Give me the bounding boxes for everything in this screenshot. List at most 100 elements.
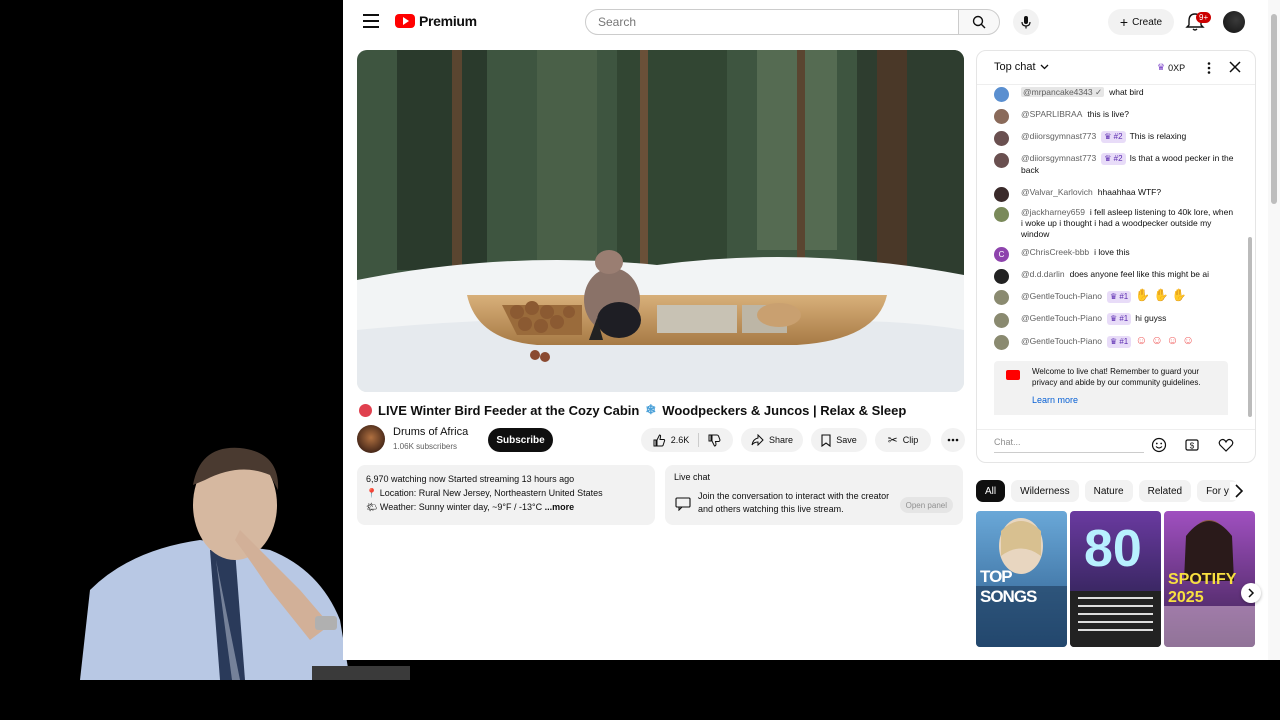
page-scrollbar[interactable] — [1268, 0, 1280, 660]
learn-more-link[interactable]: Learn more — [1032, 395, 1078, 405]
chat-message: @diiorsgymnast773 ♛ #2 This is relaxing — [994, 131, 1234, 146]
show-more-link[interactable]: ...more — [545, 502, 575, 512]
chat-message: @GentleTouch-Piano ♛ #1 ☺ ☺ ☺ ☺ — [994, 333, 1234, 350]
live-chat-panel: Top chat ♛ 0XP @mrpancake4343 ✓ what bird — [976, 50, 1256, 463]
chat-author[interactable]: @jackharney659 — [1021, 207, 1085, 217]
chat-text: does anyone feel like this might be ai — [1069, 269, 1210, 279]
logo-text: Premium — [419, 13, 477, 29]
live-chat-card-text: Join the conversation to interact with t… — [698, 491, 890, 514]
top-bar: Premium Search + Create 9+ — [343, 0, 1268, 44]
recommendation-thumbnail[interactable]: TOP SONGS — [976, 511, 1067, 647]
chat-avatar — [994, 131, 1009, 146]
video-frame — [357, 50, 964, 392]
svg-text:$: $ — [1190, 442, 1195, 451]
scissors-icon: ✂ — [887, 433, 898, 447]
chat-message: C @ChrisCreek-bbb i love this — [994, 247, 1234, 262]
rank-badge: ♛ #1 — [1106, 336, 1132, 348]
like-dislike-group: 2.6K — [641, 428, 733, 452]
chat-avatar — [994, 187, 1009, 202]
recommendations-next-button[interactable] — [1241, 583, 1261, 603]
snowflake-icon: ❄ — [645, 402, 657, 417]
like-count: 2.6K — [670, 435, 690, 445]
video-player[interactable] — [357, 50, 964, 392]
heart-icon[interactable] — [1218, 437, 1234, 453]
youtube-logo-icon — [395, 14, 415, 28]
chat-avatar — [994, 269, 1009, 284]
thumbs-down-icon[interactable] — [708, 434, 721, 447]
live-chat-card: Live chat Join the conversation to inter… — [665, 465, 963, 525]
chip-related[interactable]: Related — [1138, 480, 1192, 502]
chat-author[interactable]: @Valvar_Karlovich — [1021, 187, 1093, 197]
more-vertical-icon[interactable] — [1203, 61, 1215, 75]
more-actions-button[interactable] — [941, 428, 965, 452]
chat-messages[interactable]: @mrpancake4343 ✓ what bird @SPARLIBRAA thi… — [977, 85, 1247, 415]
emoji-icon[interactable] — [1151, 437, 1167, 453]
description-weather: 🌤 Weather: Sunny winter day, ~9°F / -13°… — [366, 502, 543, 512]
description-box[interactable]: 6,970 watching now Started streaming 13 … — [357, 465, 655, 525]
save-button[interactable]: Save — [811, 428, 867, 452]
open-panel-button[interactable]: Open panel — [899, 497, 953, 513]
chat-author[interactable]: @SPARLIBRAA — [1021, 109, 1082, 119]
subscribe-button[interactable]: Subscribe — [488, 428, 553, 452]
channel-avatar[interactable] — [357, 425, 385, 453]
create-button[interactable]: + Create — [1108, 9, 1174, 35]
chat-message: @mrpancake4343 ✓ what bird — [994, 87, 1234, 102]
chat-author[interactable]: @diiorsgymnast773 — [1021, 131, 1096, 141]
chevron-right-icon[interactable] — [1230, 482, 1248, 500]
chat-text: This is relaxing — [1129, 131, 1187, 141]
account-avatar[interactable] — [1223, 11, 1245, 33]
chat-author[interactable]: @GentleTouch-Piano — [1021, 313, 1102, 323]
rank-badge: ♛ #2 — [1101, 131, 1126, 143]
recommendation-thumbnail[interactable]: SPOTIFY 2025 — [1164, 511, 1255, 647]
chat-author[interactable]: @mrpancake4343 ✓ — [1021, 87, 1105, 97]
chip-wilderness[interactable]: Wilderness — [1011, 480, 1079, 502]
chat-author[interactable]: @GentleTouch-Piano — [1021, 291, 1102, 301]
notification-count-badge: 9+ — [1196, 12, 1212, 23]
menu-icon[interactable] — [363, 14, 379, 28]
chat-input[interactable]: Chat... — [994, 437, 1144, 453]
channel-name[interactable]: Drums of Africa — [393, 426, 468, 438]
clip-button[interactable]: ✂ Clip — [875, 428, 931, 452]
close-icon[interactable] — [1228, 60, 1242, 74]
xp-indicator[interactable]: ♛ 0XP — [1157, 62, 1185, 73]
chat-mode-label: Top chat — [994, 61, 1036, 73]
super-chat-icon[interactable]: $ — [1184, 437, 1200, 453]
chat-scrollbar[interactable] — [1247, 87, 1253, 419]
chevron-right-icon — [1248, 588, 1255, 598]
microphone-icon — [1021, 16, 1031, 29]
heart-eyes-emoji: ☺ ☺ ☺ ☺ — [1135, 333, 1195, 347]
chat-author[interactable]: @diiorsgymnast773 — [1021, 153, 1096, 163]
voice-search-button[interactable] — [1013, 9, 1039, 35]
chat-avatar — [994, 290, 1009, 305]
chat-input-row: Chat... $ — [977, 429, 1255, 462]
plus-icon: + — [1119, 14, 1129, 30]
chat-message: @GentleTouch-Piano ♛ #1 hi guyss — [994, 313, 1234, 328]
like-button[interactable]: 2.6K — [653, 433, 690, 447]
bookmark-icon — [821, 433, 831, 447]
search-input[interactable]: Search — [585, 9, 959, 35]
recommendation-thumbnail[interactable]: 80 — [1070, 511, 1161, 647]
welcome-message: Welcome to live chat! Remember to guard … — [994, 361, 1228, 415]
chat-text: hi guyss — [1135, 313, 1167, 323]
description-location: 📍 Location: Rural New Jersey, Northeaste… — [366, 488, 603, 498]
chat-message: @Valvar_Karlovich hhaahhaa WTF? — [994, 187, 1234, 202]
chat-author[interactable]: @GentleTouch-Piano — [1021, 336, 1102, 346]
chat-avatar — [994, 335, 1009, 350]
chat-author[interactable]: @d.d.darlin — [1021, 269, 1065, 279]
live-chat-card-title: Live chat — [674, 472, 711, 482]
chat-avatar — [994, 313, 1009, 328]
xp-value: 0XP — [1168, 62, 1186, 73]
thumbnail-title: TOP SONGS — [980, 567, 1037, 606]
create-label: Create — [1132, 16, 1163, 28]
clip-label: Clip — [902, 435, 919, 445]
youtube-logo[interactable]: Premium — [395, 13, 477, 29]
crown-icon: ♛ — [1157, 62, 1166, 72]
share-button[interactable]: Share — [741, 428, 803, 452]
chip-nature[interactable]: Nature — [1084, 480, 1133, 502]
search-button[interactable] — [958, 9, 1000, 35]
webcam-overlay — [0, 0, 370, 680]
chat-text: hhaahhaa WTF? — [1097, 187, 1162, 197]
chat-author[interactable]: @ChrisCreek-bbb — [1021, 247, 1089, 257]
chat-mode-dropdown[interactable]: Top chat — [994, 61, 1049, 73]
chip-all[interactable]: All — [976, 480, 1006, 502]
